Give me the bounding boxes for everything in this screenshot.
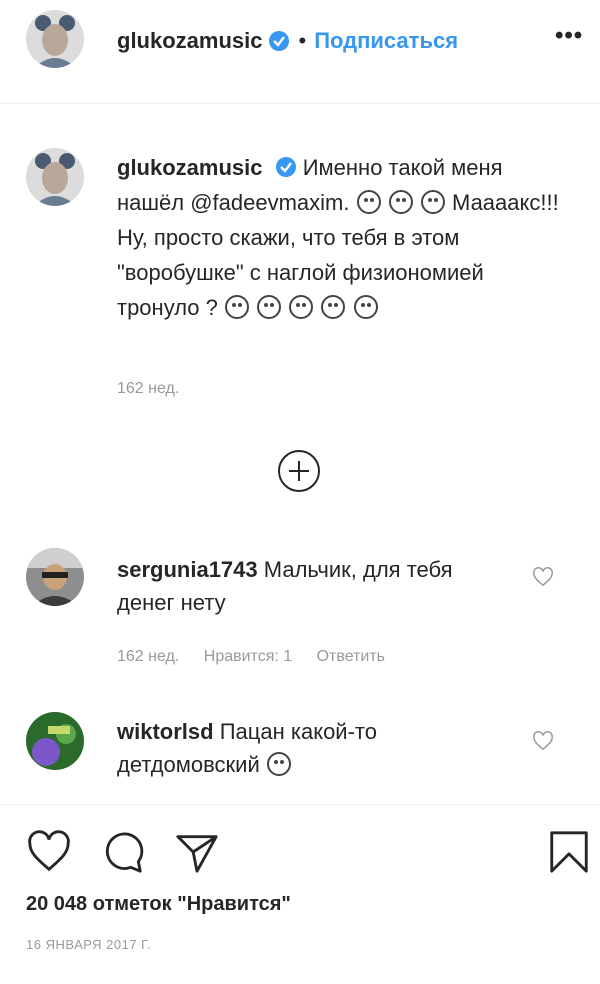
comment-likes-count[interactable]: Нравится: 1 [204, 648, 292, 665]
verified-icon [268, 30, 290, 52]
load-more-comments-plus-circle-icon[interactable] [278, 450, 320, 492]
reply-button[interactable]: Ответить [317, 648, 385, 665]
more-icon[interactable]: ••• [555, 22, 583, 50]
bookmark-icon[interactable] [546, 829, 592, 875]
post-actions: 20 048 отметок "Нравится" 16 ЯНВАРЯ 2017… [0, 804, 600, 984]
comment-username[interactable]: sergunia1743 [117, 557, 258, 582]
verified-icon [275, 153, 297, 177]
wink-emoji-icon [420, 190, 445, 214]
author-username[interactable]: glukozamusic [117, 28, 262, 54]
caption-avatar[interactable] [26, 148, 84, 206]
comment-icon[interactable] [100, 829, 146, 875]
joy-emoji-icon [289, 295, 314, 319]
comment-heart-icon[interactable] [532, 730, 554, 752]
joy-emoji-icon [353, 295, 378, 319]
comment-body: wiktorlsd Пацан какой-то детдомовский [117, 715, 477, 781]
likes-count[interactable]: 20 048 отметок "Нравится" [26, 893, 291, 916]
smile-emoji-icon [388, 190, 413, 214]
post-caption: glukozamusic Именно такой меня нашёл @fa… [117, 150, 567, 325]
comment-avatar[interactable] [26, 548, 84, 606]
share-icon[interactable] [174, 829, 220, 875]
see-no-evil-emoji-icon [356, 190, 381, 214]
grin-emoji-icon [225, 295, 250, 319]
author-avatar[interactable] [26, 10, 84, 68]
comment-timestamp: 162 нед. [117, 648, 180, 665]
caption-username[interactable]: glukozamusic [117, 155, 262, 180]
heart-icon[interactable] [26, 829, 72, 875]
header-line: glukozamusic • Подписаться [117, 28, 458, 54]
post-date: 16 ЯНВАРЯ 2017 Г. [26, 937, 152, 952]
post-header: glukozamusic • Подписаться ••• [0, 0, 600, 104]
comment-heart-icon[interactable] [532, 566, 554, 588]
comment-username[interactable]: wiktorlsd [117, 719, 214, 744]
follow-button[interactable]: Подписаться [314, 28, 458, 54]
comment-meta: 162 нед. Нравится: 1 Ответить [117, 648, 405, 666]
caption-timestamp: 162 нед. [117, 380, 180, 397]
comment-avatar[interactable] [26, 712, 84, 770]
separator-dot: • [298, 28, 307, 53]
grin-emoji-icon [266, 752, 291, 776]
comment-body: sergunia1743 Мальчик, для тебя денег нет… [117, 553, 477, 619]
grin-emoji-icon [257, 295, 282, 319]
joy-emoji-icon [321, 295, 346, 319]
